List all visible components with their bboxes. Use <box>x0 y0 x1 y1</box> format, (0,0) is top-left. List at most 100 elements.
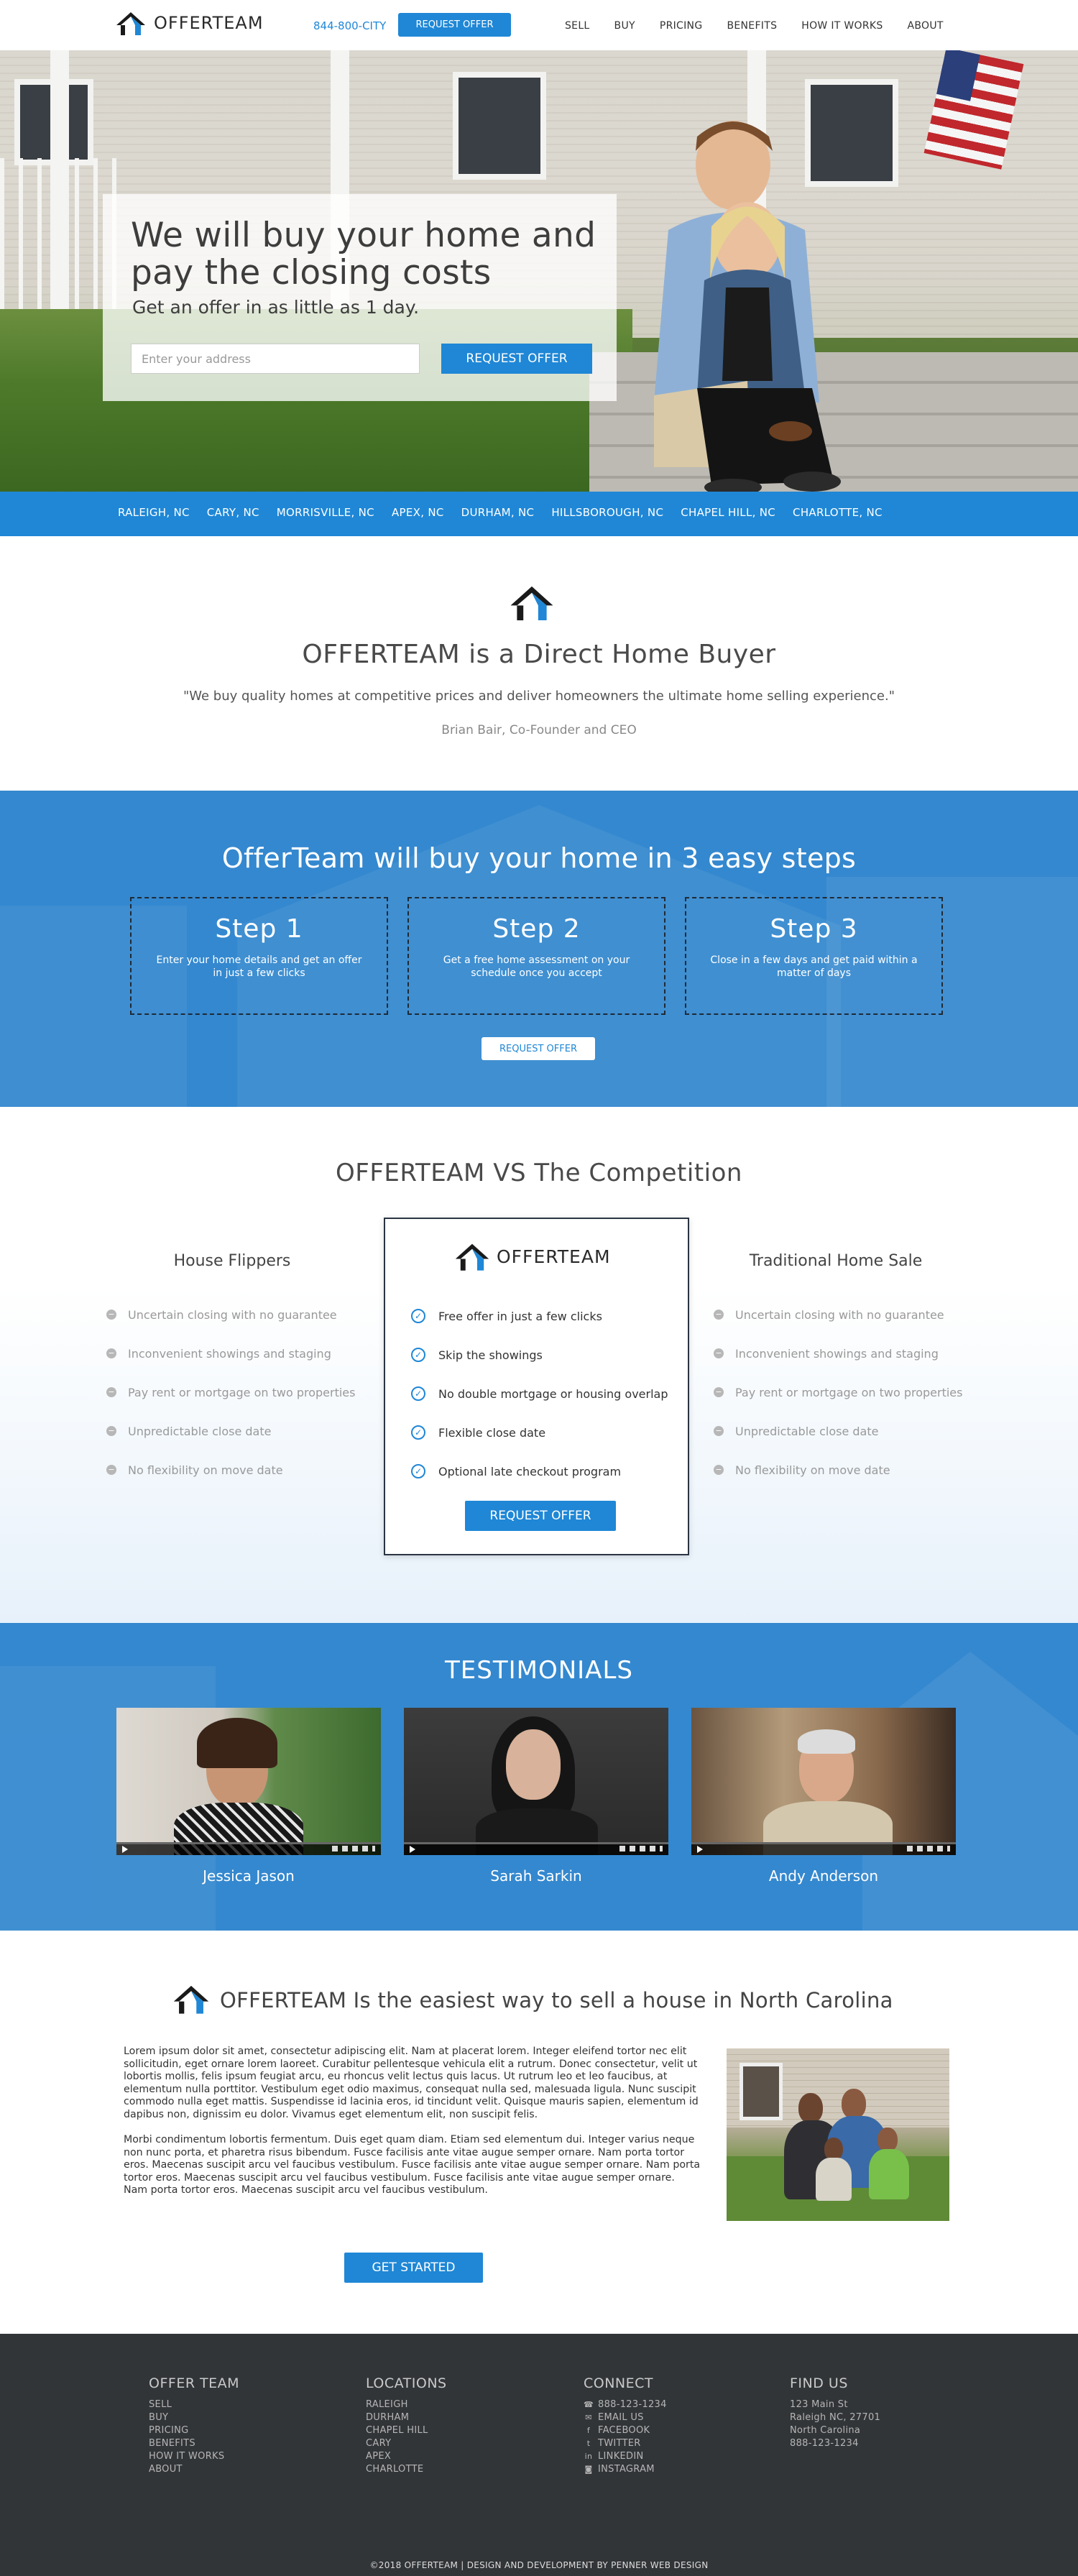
footer-link[interactable]: DURHAM <box>366 2411 447 2424</box>
get-started-button[interactable]: GET STARTED <box>344 2253 483 2283</box>
hero-request-offer-button[interactable]: REQUEST OFFER <box>441 344 592 374</box>
footer-findus-column: FIND US 123 Main St Raleigh NC, 27701 No… <box>790 2375 880 2450</box>
header-logo[interactable]: OFFERTEAM <box>115 9 264 37</box>
body-paragraph: Morbi condimentum lobortis fermentum. Du… <box>124 2134 701 2196</box>
house-logo-icon <box>510 586 553 621</box>
list-item: − No flexibility on move date <box>714 1450 962 1489</box>
nav-benefits[interactable]: BENEFITS <box>727 20 777 32</box>
city-link[interactable]: CHARLOTTE, NC <box>793 506 883 519</box>
nav-buy[interactable]: BUY <box>614 20 635 32</box>
city-link[interactable]: CARY, NC <box>207 506 259 519</box>
footer-link[interactable]: BUY <box>149 2411 239 2424</box>
city-link[interactable]: RALEIGH, NC <box>118 506 190 519</box>
testimonial-video-player[interactable] <box>116 1708 381 1855</box>
footer-link[interactable]: CHAPEL HILL <box>366 2424 447 2437</box>
city-link[interactable]: CHAPEL HILL, NC <box>681 506 775 519</box>
check-icon: ✓ <box>411 1386 425 1401</box>
footer-link[interactable]: CARY <box>366 2437 447 2450</box>
footer-link[interactable]: ◙ INSTAGRAM <box>584 2463 667 2476</box>
footer-link[interactable]: ☎ 888-123-1234 <box>584 2398 667 2411</box>
footer-link[interactable]: PRICING <box>149 2424 239 2437</box>
card-logo: OFFERTEAM <box>453 1241 611 1272</box>
list-item: − Unpredictable close date <box>714 1412 962 1450</box>
footer-locations-column: LOCATIONS RALEIGH DURHAM CHAPEL HILL CAR… <box>366 2375 447 2476</box>
facebook-icon: f <box>586 2426 591 2435</box>
testimonial-name: Sarah Sarkin <box>490 1867 582 1885</box>
city-link[interactable]: APEX, NC <box>392 506 444 519</box>
footer-link[interactable]: BENEFITS <box>149 2437 239 2450</box>
footer-link[interactable]: HOW IT WORKS <box>149 2450 239 2463</box>
footer-column-title: CONNECT <box>584 2375 654 2391</box>
nav-how-it-works[interactable]: HOW IT WORKS <box>801 20 883 32</box>
easiest-way-title: OFFERTEAM Is the easiest way to sell a h… <box>220 1988 893 2012</box>
list-item: − No flexibility on move date <box>106 1450 355 1489</box>
city-link[interactable]: HILLSBOROUGH, NC <box>551 506 663 519</box>
video-controls[interactable] <box>691 1842 956 1855</box>
minus-icon: − <box>714 1426 724 1436</box>
nav-pricing[interactable]: PRICING <box>660 20 703 32</box>
footer-phone[interactable]: 888-123-1234 <box>790 2437 880 2450</box>
minus-icon: − <box>106 1348 116 1358</box>
brand-name: OFFERTEAM <box>497 1246 611 1267</box>
minus-icon: − <box>714 1310 724 1320</box>
step-label: Step 2 <box>492 914 581 944</box>
traditional-sale-title: Traditional Home Sale <box>749 1252 923 1270</box>
testimonial-video-player[interactable] <box>404 1708 668 1855</box>
play-icon[interactable] <box>697 1846 703 1853</box>
footer-address-line: North Carolina <box>790 2425 861 2436</box>
site-footer: OFFER TEAM SELL BUY PRICING BENEFITS HOW… <box>0 2334 1078 2576</box>
footer-link[interactable]: ABOUT <box>149 2463 239 2476</box>
body-paragraph: Lorem ipsum dolor sit amet, consectetur … <box>124 2046 699 2120</box>
footer-link[interactable]: in LINKEDIN <box>584 2450 667 2463</box>
footer-column-title: FIND US <box>790 2375 848 2391</box>
minus-icon: − <box>106 1465 116 1475</box>
nav-about[interactable]: ABOUT <box>908 20 944 32</box>
check-icon: ✓ <box>411 1464 425 1478</box>
phone-link[interactable]: 844-800-CITY <box>313 19 386 32</box>
footer-address-line: 123 Main St <box>790 2399 848 2410</box>
footer-link[interactable]: RALEIGH <box>366 2398 447 2411</box>
step-description: Get a free home assessment on your sched… <box>443 954 630 979</box>
testimonial-video-player[interactable] <box>691 1708 956 1855</box>
step-label: Step 3 <box>770 914 858 944</box>
list-item: − Inconvenient showings and staging <box>106 1334 355 1373</box>
city-link[interactable]: DURHAM, NC <box>461 506 535 519</box>
traditional-sale-list: − Uncertain closing with no guarantee − In… <box>714 1295 962 1489</box>
copyright-text: ©2018 OFFERTEAM | DESIGN AND DEVELOPMENT… <box>369 2560 709 2570</box>
main-nav: SELL BUY PRICING BENEFITS HOW IT WORKS A… <box>565 20 968 32</box>
step-card: Step 2 Get a free home assessment on you… <box>407 897 665 1015</box>
minus-icon: − <box>106 1387 116 1397</box>
header-request-offer-button[interactable]: REQUEST OFFER <box>398 13 511 37</box>
step-card: Step 1 Enter your home details and get a… <box>130 897 388 1015</box>
family-photo <box>727 2048 949 2221</box>
hero-house-window <box>453 72 546 180</box>
video-thumbnail-hair <box>798 1729 855 1754</box>
video-settings-icon[interactable] <box>619 1846 663 1852</box>
list-item: ✓ Optional late checkout program <box>411 1452 668 1491</box>
video-controls[interactable] <box>116 1842 381 1855</box>
footer-link[interactable]: ✉ EMAIL US <box>584 2411 667 2424</box>
footer-link[interactable]: SELL <box>149 2398 239 2411</box>
footer-link[interactable]: CHARLOTTE <box>366 2463 447 2476</box>
step-description: Close in a few days and get paid within … <box>710 954 918 979</box>
play-icon[interactable] <box>122 1846 128 1853</box>
city-link[interactable]: MORRISVILLE, NC <box>277 506 374 519</box>
video-settings-icon[interactable] <box>332 1846 375 1852</box>
address-input[interactable] <box>131 344 420 374</box>
nav-sell[interactable]: SELL <box>565 20 590 32</box>
instagram-icon: ◙ <box>584 2465 593 2474</box>
video-settings-icon[interactable] <box>907 1846 950 1852</box>
offerteam-benefits-list: ✓ Free offer in just a few clicks ✓ Skip t… <box>411 1297 668 1491</box>
direct-buyer-title: OFFERTEAM is a Direct Home Buyer <box>302 640 776 669</box>
step-label: Step 1 <box>215 914 303 944</box>
play-icon[interactable] <box>410 1846 415 1853</box>
footer-connect-column: CONNECT ☎ 888-123-1234 ✉ EMAIL US f FACEBOO… <box>584 2375 667 2476</box>
easiest-way-body: Lorem ipsum dolor sit amet, consectetur … <box>124 2046 701 2210</box>
footer-link[interactable]: f FACEBOOK <box>584 2424 667 2437</box>
footer-link[interactable]: APEX <box>366 2450 447 2463</box>
steps-request-offer-button[interactable]: REQUEST OFFER <box>482 1037 595 1060</box>
card-request-offer-button[interactable]: REQUEST OFFER <box>465 1501 616 1531</box>
video-controls[interactable] <box>404 1842 668 1855</box>
hero-couple-image <box>654 121 841 492</box>
footer-link[interactable]: t TWITTER <box>584 2437 667 2450</box>
